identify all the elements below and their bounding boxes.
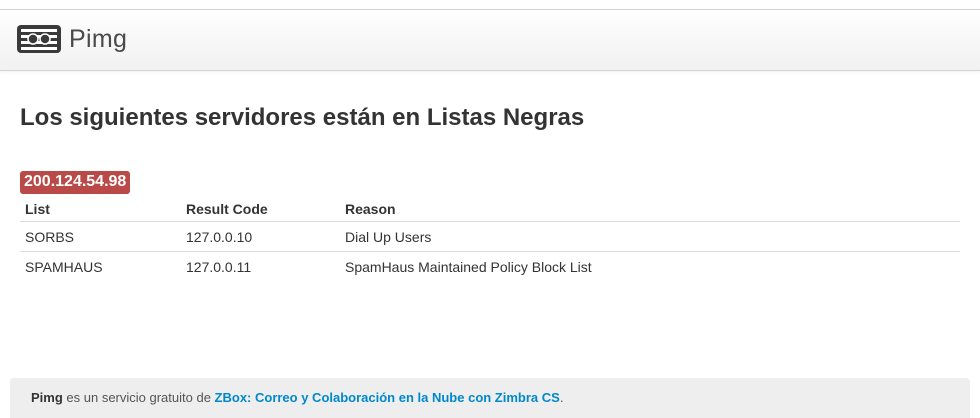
brand-name: Pimg [69,24,128,53]
brand-link[interactable]: Pimg [16,23,127,55]
footer-description: es un servicio gratuito de [62,390,215,405]
page-title: Los siguientes servidores están en Lista… [20,104,585,131]
reason-cell: Dial Up Users [340,221,960,252]
result-code-cell: 127.0.0.10 [181,221,340,252]
table-row: SPAMHAUS 127.0.0.11 SpamHaus Maintained … [20,251,960,281]
table-header-row: List Result Code Reason [20,196,960,222]
ip-badge: 200.124.54.98 [20,171,131,194]
column-header-result-code: Result Code [186,200,268,217]
table-row: SORBS 127.0.0.10 Dial Up Users [20,221,960,252]
column-header-reason: Reason [345,200,396,217]
footer: Pimg es un servicio gratuito de ZBox: Co… [10,378,970,418]
list-cell: SORBS [20,221,181,252]
footer-text: Pimg es un servicio gratuito de ZBox: Co… [10,378,970,418]
blacklist-table: List Result Code Reason SORBS 127.0.0.10… [20,196,960,281]
list-cell: SPAMHAUS [20,251,181,281]
column-header-list: List [25,200,50,217]
navbar: Pimg [0,9,980,71]
zbox-link[interactable]: ZBox: Correo y Colaboración en la Nube c… [215,390,560,405]
footer-brand: Pimg [31,390,63,405]
reason-cell: SpamHaus Maintained Policy Block List [340,251,960,281]
footer-suffix: . [559,390,564,405]
pimg-logo-icon [16,24,62,54]
result-code-cell: 127.0.0.11 [181,251,340,281]
